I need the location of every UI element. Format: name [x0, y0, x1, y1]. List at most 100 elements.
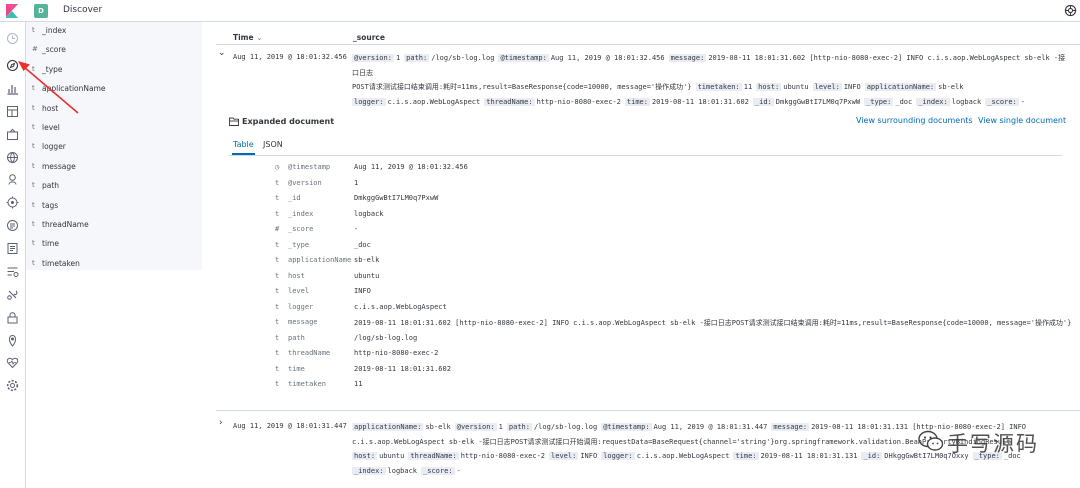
source-value: logback — [951, 97, 982, 106]
machine-learning-icon[interactable] — [6, 173, 19, 186]
tab-json[interactable]: JSON — [263, 140, 283, 149]
source-line: _index: logback _score: - — [352, 464, 1072, 479]
source-key: _score: — [421, 466, 455, 475]
field-type-icon: t — [32, 123, 35, 131]
doc-field-value: 2019-08-11 18:01:31.602 — [354, 364, 451, 373]
field-item[interactable]: t message — [26, 162, 202, 176]
monitoring-icon[interactable] — [6, 334, 19, 347]
row-expand-toggle[interactable]: ⌄ — [218, 48, 226, 58]
field-item[interactable]: t time — [26, 239, 202, 253]
source-line: @version: 1 path:/log/sb-log.log @timestamp… — [352, 51, 1072, 80]
source-value: POST请求测试接口结束调用:耗时=11ms,result=BaseRespon… — [352, 83, 692, 91]
maps-icon[interactable] — [6, 151, 19, 164]
source-key: host: — [352, 452, 378, 460]
field-type-icon: t — [32, 200, 35, 209]
kibana-logo-icon[interactable] — [5, 4, 19, 18]
source-value: 11 — [743, 83, 753, 91]
source-value: _doc — [895, 97, 913, 106]
field-item[interactable]: t level — [26, 123, 202, 137]
dev-tools-icon[interactable] — [6, 288, 19, 301]
source-key: @timestamp: — [601, 423, 652, 431]
source-line: logger: c.i.s.aop.WebLogAspect threadName:… — [352, 95, 1072, 110]
doc-field-row: t threadName http-nio-8080-exec-2 — [202, 349, 1080, 363]
source-value: Aug 11, 2019 @ 18:01:32.456 — [550, 54, 665, 62]
field-type-icon: # — [275, 225, 280, 233]
field-type-icon: t — [275, 178, 280, 187]
sort-arrow-icon[interactable]: ⌄ — [256, 33, 262, 42]
source-key: applicationName: — [352, 423, 424, 431]
field-type-icon: t — [275, 287, 280, 295]
management-icon[interactable] — [6, 379, 19, 392]
field-item[interactable]: t path — [26, 181, 202, 195]
doc-field-name: @version — [288, 178, 322, 187]
doc-field-row: t timetaken 11 — [202, 380, 1080, 394]
source-value: c.i.s.aop.WebLogAspect — [636, 452, 730, 460]
field-type-icon: t — [32, 142, 35, 151]
doc-field-value: - — [354, 225, 359, 233]
row-divider — [216, 410, 1080, 411]
field-type-icon: t — [275, 333, 280, 342]
logs-icon[interactable] — [6, 219, 19, 232]
doc-field-row: t applicationName sb-elk — [202, 256, 1080, 270]
doc-field-name: @timestamp — [288, 163, 331, 171]
doc-field-row: t _index logback — [202, 210, 1080, 224]
doc-field-row: t @version 1 — [202, 179, 1080, 193]
doc-field-name: path — [288, 333, 305, 342]
doc-field-name: applicationName — [288, 256, 352, 264]
doc-field-value: _doc — [354, 240, 371, 249]
documents-table: Time ⌄ _source ⌄ Aug 11, 2019 @ 18:01:32… — [202, 22, 1080, 488]
heartbeat-icon[interactable] — [6, 356, 19, 369]
source-key: level: — [549, 452, 579, 460]
expanded-document-title: Expanded document — [242, 117, 335, 126]
doc-field-value: DmkggGwBtI7LM0q7PxwW — [354, 194, 439, 202]
doc-field-value: INFO — [354, 287, 371, 295]
source-value: http-nio-8080-exec-2 — [536, 97, 621, 106]
field-type-icon: t — [32, 220, 35, 228]
apm-icon[interactable] — [6, 242, 19, 255]
doc-field-value: c.i.s.aop.WebLogAspect — [354, 302, 447, 311]
doc-field-row: t time 2019-08-11 18:01:31.602 — [202, 365, 1080, 379]
uptime-icon[interactable] — [6, 265, 19, 278]
source-key: _id: — [861, 452, 883, 460]
watermark-text: 手写源码 — [947, 432, 1039, 456]
view-single-document-link[interactable]: View single document — [978, 116, 1066, 125]
doc-field-name: time — [288, 364, 305, 373]
source-key: threadName: — [408, 452, 459, 460]
doc-field-value: 11 — [354, 380, 363, 388]
help-icon[interactable] — [1064, 4, 1077, 17]
watermark: 手写源码 — [918, 428, 1068, 456]
security-icon[interactable] — [6, 311, 19, 324]
source-value: INFO — [843, 83, 861, 91]
tabs-divider — [229, 155, 1062, 156]
field-item[interactable]: t threadName — [26, 220, 202, 234]
space-avatar[interactable]: D — [34, 4, 48, 18]
source-value: 2019-08-11 18:01:31.131 — [760, 452, 858, 460]
canvas-icon[interactable] — [6, 128, 19, 141]
field-item[interactable]: t timetaken — [26, 259, 202, 273]
source-key: _id: — [752, 97, 774, 106]
field-item[interactable]: t tags — [26, 201, 202, 215]
source-value: c.i.s.aop.WebLogAspect sb-elk -接口日志POST请… — [352, 437, 1011, 446]
doc-field-name: level — [288, 287, 310, 295]
field-name: timetaken — [42, 258, 80, 268]
field-name: tags — [42, 200, 59, 210]
field-item[interactable]: t logger — [26, 142, 202, 156]
source-value: logback — [387, 466, 418, 475]
infrastructure-icon[interactable] — [6, 196, 19, 209]
doc-field-value: ubuntu — [354, 271, 380, 280]
recently-viewed-icon[interactable] — [6, 32, 19, 45]
source-key: host: — [756, 83, 782, 91]
tab-table[interactable]: Table — [233, 140, 254, 149]
source-value: - — [1020, 97, 1025, 106]
column-header-time[interactable]: Time ⌄ — [233, 33, 263, 42]
wechat-bubble-icon — [918, 430, 944, 451]
doc-field-name: _id — [288, 194, 301, 202]
source-key: timetaken: — [695, 83, 742, 91]
source-key: _index: — [352, 466, 386, 475]
view-surrounding-documents-link[interactable]: View surrounding documents — [856, 116, 973, 125]
doc-field-value: 2019-08-11 18:01:31.602 [http-nio-8080-e… — [354, 319, 1072, 327]
row-expand-toggle[interactable]: › — [219, 418, 223, 428]
field-item[interactable]: t _index — [26, 26, 202, 40]
source-key: message: — [771, 423, 810, 431]
folder-open-icon — [229, 117, 239, 126]
